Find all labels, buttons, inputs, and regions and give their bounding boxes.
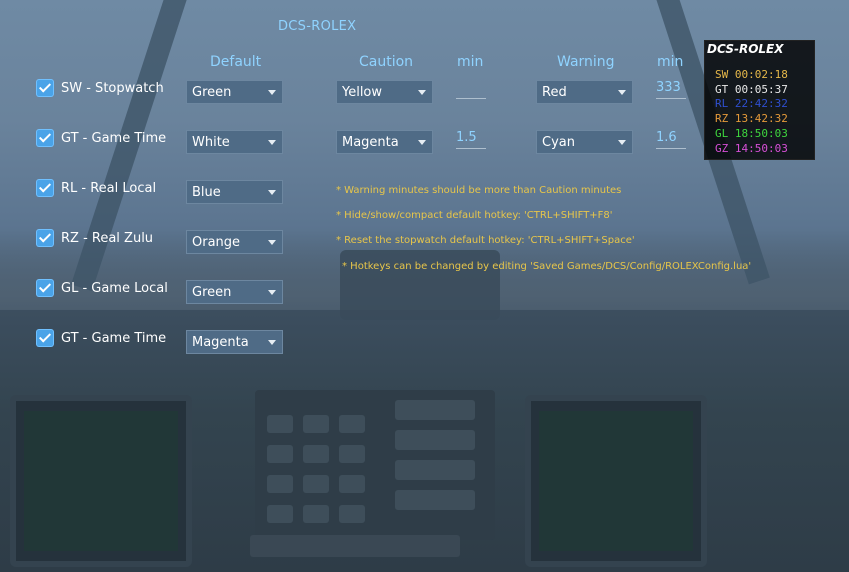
note-hide-hotkey: * Hide/show/compact default hotkey: 'CTR… [336, 210, 613, 221]
default-color-select-rl[interactable]: Blue [186, 180, 283, 204]
checkbox-rl[interactable] [37, 180, 53, 196]
note-warning-minutes: * Warning minutes should be more than Ca… [336, 185, 622, 196]
row-label-rl: RL - Real Local [61, 181, 157, 196]
warning-color-select-gt[interactable]: Cyan [536, 130, 633, 154]
header-caution-min: min [457, 54, 484, 70]
note-config-path: * Hotkeys can be changed by editing 'Sav… [342, 261, 752, 272]
select-value: Magenta [192, 335, 249, 350]
default-color-select-gt[interactable]: White [186, 130, 283, 154]
select-value: Blue [192, 185, 221, 200]
clock-row-gz: GZ 14:50:03 [715, 142, 788, 155]
clock-row-sw: SW 00:02:18 [715, 68, 788, 81]
chevron-down-icon [268, 240, 276, 245]
row-label-rz: RZ - Real Zulu [61, 231, 154, 246]
chevron-down-icon [418, 90, 426, 95]
warning-min-input-sw[interactable]: 333 [656, 80, 686, 99]
select-value: Yellow [342, 85, 383, 100]
clock-row-rz: RZ 13:42:32 [715, 112, 788, 125]
warning-min-input-gt[interactable]: 1.6 [656, 130, 686, 149]
header-warning: Warning [557, 54, 615, 70]
caution-color-select-gt[interactable]: Magenta [336, 130, 433, 154]
checkbox-gt[interactable] [37, 130, 53, 146]
select-value: Cyan [542, 135, 575, 150]
caution-min-input-gt[interactable]: 1.5 [456, 130, 486, 149]
checkbox-rz[interactable] [37, 230, 53, 246]
default-color-select-gl[interactable]: Green [186, 280, 283, 304]
header-warning-min: min [657, 54, 684, 70]
checkbox-sw[interactable] [37, 80, 53, 96]
checkbox-gt2[interactable] [37, 330, 53, 346]
select-value: Green [192, 85, 232, 100]
chevron-down-icon [268, 340, 276, 345]
chevron-down-icon [418, 140, 426, 145]
select-value: White [192, 135, 230, 150]
default-color-select-sw[interactable]: Green [186, 80, 283, 104]
clock-title: DCS-ROLEX [707, 42, 784, 56]
rolex-config-panel: DCS-ROLEX Default Caution min Warning mi… [0, 0, 849, 572]
row-label-sw: SW - Stopwatch [61, 81, 164, 96]
chevron-down-icon [268, 90, 276, 95]
select-value: Magenta [342, 135, 399, 150]
default-color-select-gt2[interactable]: Magenta [186, 330, 283, 354]
chevron-down-icon [268, 290, 276, 295]
row-label-gl: GL - Game Local [61, 281, 168, 296]
default-color-select-rz[interactable]: Orange [186, 230, 283, 254]
warning-color-select-sw[interactable]: Red [536, 80, 633, 104]
header-caution: Caution [359, 54, 414, 70]
clock-row-gl: GL 18:50:03 [715, 127, 788, 140]
chevron-down-icon [268, 140, 276, 145]
app-title: DCS-ROLEX [278, 19, 357, 34]
chevron-down-icon [268, 190, 276, 195]
clock-row-gt: GT 00:05:37 [715, 83, 788, 96]
note-reset-hotkey: * Reset the stopwatch default hotkey: 'C… [336, 235, 635, 246]
rolex-clock-overlay: DCS-ROLEX SW 00:02:18 GT 00:05:37 RL 22:… [704, 40, 815, 160]
row-label-gt2: GT - Game Time [61, 331, 167, 346]
select-value: Orange [192, 235, 241, 250]
chevron-down-icon [618, 140, 626, 145]
caution-min-input-sw[interactable] [456, 80, 486, 99]
checkbox-gl[interactable] [37, 280, 53, 296]
select-value: Red [542, 85, 567, 100]
chevron-down-icon [618, 90, 626, 95]
select-value: Green [192, 285, 232, 300]
clock-row-rl: RL 22:42:32 [715, 97, 788, 110]
header-default: Default [210, 54, 262, 70]
row-label-gt: GT - Game Time [61, 131, 167, 146]
caution-color-select-sw[interactable]: Yellow [336, 80, 433, 104]
